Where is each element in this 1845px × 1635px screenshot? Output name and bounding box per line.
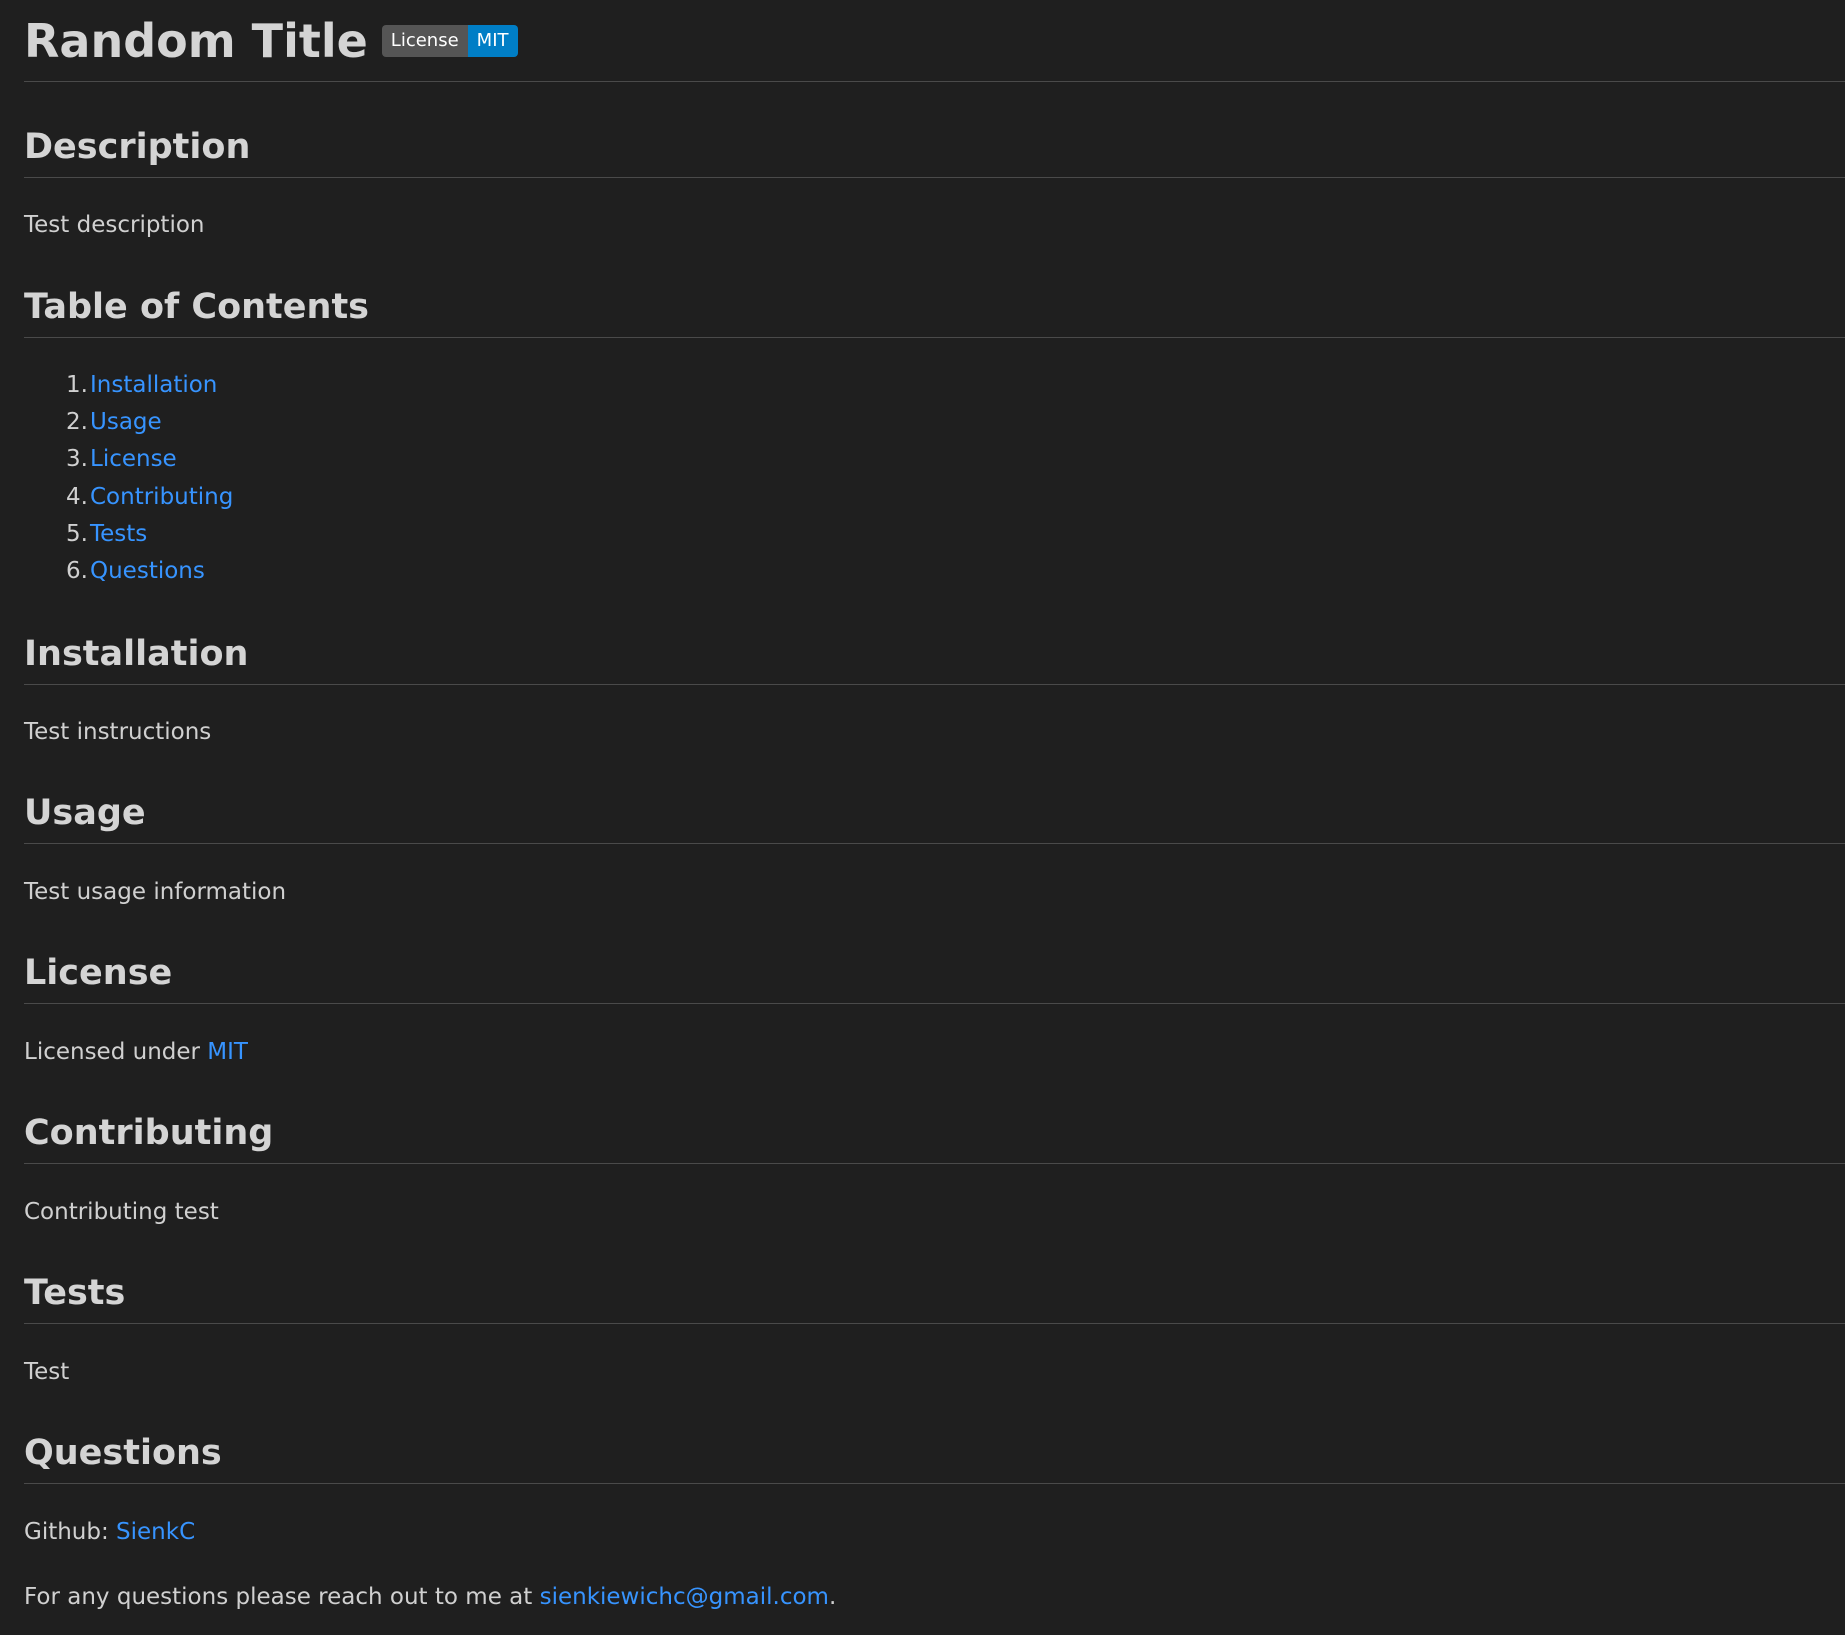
tests-heading: Tests <box>24 1273 126 1313</box>
toc-link-installation[interactable]: Installation <box>90 367 217 404</box>
installation-divider <box>24 684 1845 685</box>
badge-value: MIT <box>467 25 518 57</box>
page-title: Random Title <box>24 14 368 68</box>
toc-number: 6. <box>66 558 88 585</box>
toc-item-contributing: 4. Contributing <box>66 479 233 516</box>
questions-heading: Questions <box>24 1433 222 1473</box>
toc-number: 5. <box>66 520 88 547</box>
title-divider <box>24 81 1845 82</box>
contributing-text: Contributing test <box>24 1199 219 1225</box>
toc-item-tests: 5. Tests <box>66 516 233 553</box>
tests-text: Test <box>24 1359 70 1385</box>
contact-suffix: . <box>828 1584 837 1610</box>
contributing-heading: Contributing <box>24 1113 274 1153</box>
description-text: Test description <box>24 212 205 238</box>
toc-link-usage[interactable]: Usage <box>90 404 162 441</box>
questions-divider <box>24 1483 1845 1484</box>
toc-divider <box>24 337 1845 338</box>
email-link[interactable]: sienkiewichc@gmail.com <box>540 1584 829 1610</box>
usage-text: Test usage information <box>24 879 287 905</box>
github-text: Github: SienkC <box>24 1516 195 1548</box>
github-prefix: Github: <box>24 1519 117 1545</box>
contact-prefix: For any questions please reach out to me… <box>24 1584 540 1610</box>
description-divider <box>24 177 1845 178</box>
toc-item-questions: 6. Questions <box>66 553 233 590</box>
license-text: Licensed under MIT <box>24 1036 248 1068</box>
github-link[interactable]: SienkC <box>116 1519 195 1545</box>
license-badge[interactable]: License MIT <box>381 25 518 57</box>
installation-heading: Installation <box>24 634 249 674</box>
license-heading: License <box>24 953 173 993</box>
contributing-divider <box>24 1163 1845 1164</box>
toc-list: 1. Installation 2. Usage 3. License 4. Contr… <box>66 367 233 590</box>
installation-text: Test instructions <box>24 719 212 745</box>
toc-link-contributing[interactable]: Contributing <box>90 479 233 516</box>
toc-link-license[interactable]: License <box>90 441 177 478</box>
contact-text: For any questions please reach out to me… <box>24 1581 836 1613</box>
usage-heading: Usage <box>24 793 146 833</box>
toc-link-tests[interactable]: Tests <box>90 516 147 553</box>
toc-link-questions[interactable]: Questions <box>90 553 205 590</box>
toc-item-installation: 1. Installation <box>66 367 233 404</box>
license-divider <box>24 1003 1845 1004</box>
toc-item-license: 3. License <box>66 441 233 478</box>
description-heading: Description <box>24 127 251 167</box>
toc-heading: Table of Contents <box>24 287 370 327</box>
toc-item-usage: 2. Usage <box>66 404 233 441</box>
title-row: Random Title License MIT <box>24 8 518 74</box>
license-prefix: Licensed under <box>24 1039 208 1065</box>
badge-label: License <box>381 25 468 57</box>
toc-number: 3. <box>66 446 88 473</box>
usage-divider <box>24 843 1845 844</box>
toc-number: 4. <box>66 483 88 510</box>
toc-number: 2. <box>66 409 88 436</box>
license-link[interactable]: MIT <box>207 1039 248 1065</box>
tests-divider <box>24 1323 1845 1324</box>
toc-number: 1. <box>66 372 88 398</box>
